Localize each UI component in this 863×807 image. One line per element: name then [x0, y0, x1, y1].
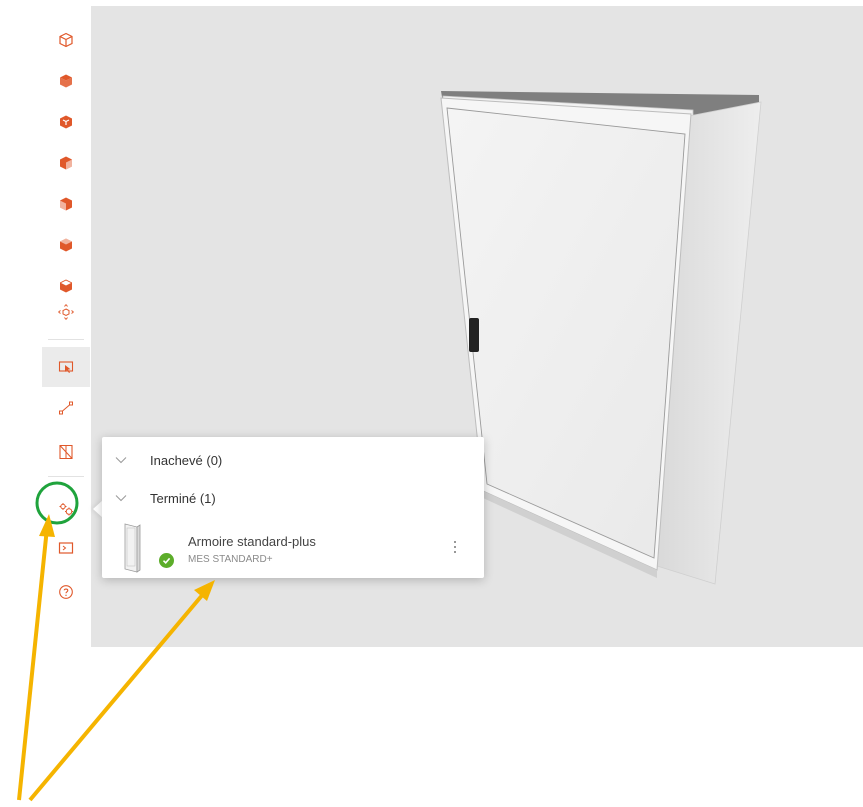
cube-front-view-icon[interactable]	[42, 143, 90, 183]
chevron-down-icon	[115, 457, 127, 464]
gears-icon[interactable]	[42, 489, 90, 529]
orbit-move-icon[interactable]	[42, 292, 90, 332]
toolbar-divider	[48, 476, 84, 477]
cube-outline-icon[interactable]	[42, 20, 90, 60]
cube-top-view-icon[interactable]	[42, 61, 90, 101]
cube-iso-view-icon[interactable]	[42, 102, 90, 142]
check-icon	[159, 553, 174, 568]
configuration-status-panel: Inachevé (0) Terminé (1) Armoire standar…	[102, 437, 484, 578]
help-icon[interactable]	[42, 572, 90, 612]
group-incomplete[interactable]: Inachevé (0)	[102, 441, 484, 479]
measure-icon[interactable]	[42, 388, 90, 428]
section-icon[interactable]	[42, 432, 90, 472]
item-subtitle: MES STANDARD+	[188, 554, 273, 565]
toolbar-divider	[48, 339, 84, 340]
select-icon[interactable]	[42, 347, 90, 387]
left-toolbar	[42, 0, 90, 620]
cube-right-view-icon[interactable]	[42, 225, 90, 265]
group-incomplete-label: Inachevé (0)	[150, 452, 223, 468]
list-item[interactable]: Armoire standard-plus MES STANDARD+	[102, 519, 484, 575]
render-icon[interactable]	[42, 528, 90, 568]
more-options-icon[interactable]	[448, 533, 462, 561]
chevron-down-icon	[115, 495, 127, 502]
group-complete[interactable]: Terminé (1)	[102, 479, 484, 517]
group-complete-label: Terminé (1)	[150, 490, 216, 506]
cabinet-thumbnail-icon	[124, 523, 141, 573]
cube-left-view-icon[interactable]	[42, 184, 90, 224]
item-title: Armoire standard-plus	[188, 534, 316, 549]
